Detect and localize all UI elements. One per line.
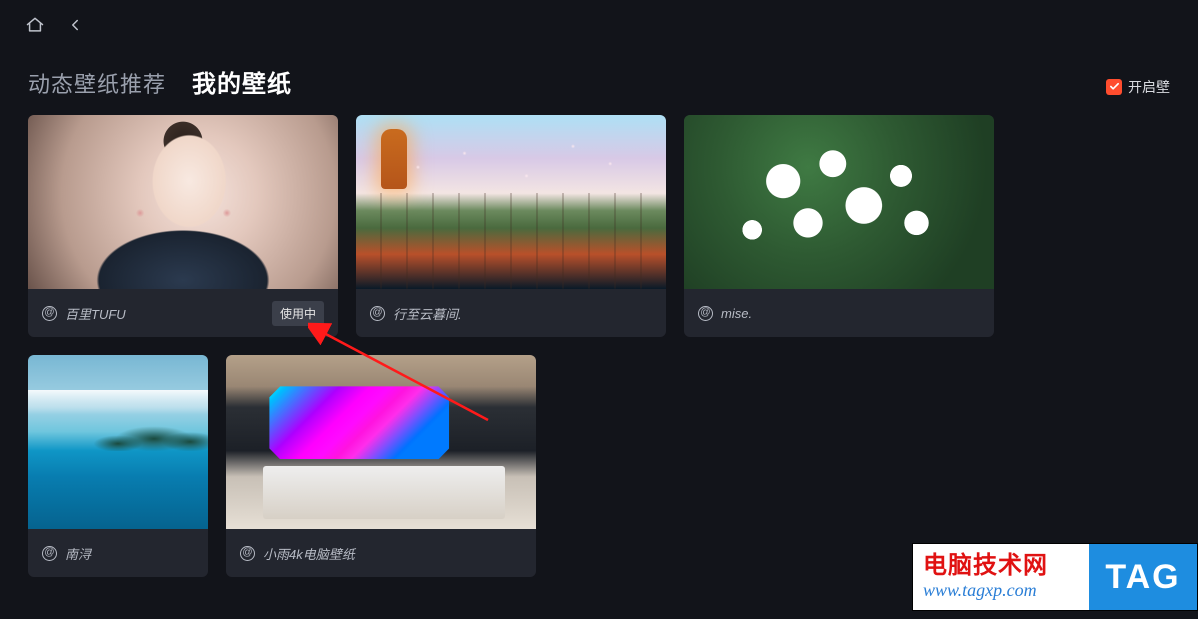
- enable-wallpaper-toggle[interactable]: 开启壁: [1106, 77, 1170, 97]
- watermark-tag: TAG: [1087, 544, 1197, 610]
- wallpaper-footer: @ 百里TUFU 使用中: [28, 289, 338, 337]
- author-label: 百里TUFU: [65, 304, 126, 323]
- at-icon: @: [42, 306, 57, 321]
- home-icon[interactable]: [24, 14, 46, 36]
- wallpaper-thumbnail: [226, 355, 536, 529]
- at-icon: @: [698, 306, 713, 321]
- wallpaper-card[interactable]: @ 小雨4k电脑壁纸: [226, 355, 536, 577]
- tab-my-wallpapers[interactable]: 我的壁纸: [192, 64, 292, 99]
- topbar: [0, 0, 1198, 44]
- wallpaper-footer: @ 小雨4k电脑壁纸: [226, 529, 536, 577]
- author-label: 小雨4k电脑壁纸: [263, 544, 355, 563]
- back-icon[interactable]: [64, 14, 86, 36]
- wallpaper-thumbnail: [28, 355, 208, 529]
- wallpaper-footer: @ 行至云暮间.: [356, 289, 666, 337]
- wallpaper-card[interactable]: @ 南浔: [28, 355, 208, 577]
- author-label: 南浔: [65, 544, 91, 563]
- checkbox-icon: [1106, 79, 1122, 95]
- wallpaper-footer: @ 南浔: [28, 529, 208, 577]
- header: 动态壁纸推荐 我的壁纸 开启壁: [0, 44, 1198, 115]
- wallpaper-thumbnail: [684, 115, 994, 289]
- author-label: mise.: [721, 306, 752, 321]
- at-icon: @: [370, 306, 385, 321]
- tab-recommend[interactable]: 动态壁纸推荐: [28, 67, 166, 99]
- watermark-url: www.tagxp.com: [923, 580, 1087, 601]
- status-badge: 使用中: [272, 301, 324, 326]
- wallpaper-thumbnail: [356, 115, 666, 289]
- watermark: 电脑技术网 www.tagxp.com TAG: [912, 543, 1198, 611]
- watermark-text: 电脑技术网 www.tagxp.com: [913, 544, 1087, 610]
- wallpaper-footer: @ mise.: [684, 289, 994, 337]
- wallpaper-grid: @ 百里TUFU 使用中 @ 行至云暮间. @ mise. @ 南浔 @ 小雨4…: [0, 115, 1198, 577]
- wallpaper-card[interactable]: @ 百里TUFU 使用中: [28, 115, 338, 337]
- watermark-title: 电脑技术网: [923, 553, 1087, 579]
- wallpaper-card[interactable]: @ mise.: [684, 115, 994, 337]
- enable-wallpaper-label: 开启壁: [1128, 77, 1170, 97]
- at-icon: @: [240, 546, 255, 561]
- tabs: 动态壁纸推荐 我的壁纸: [28, 64, 292, 99]
- wallpaper-thumbnail: [28, 115, 338, 289]
- wallpaper-card[interactable]: @ 行至云暮间.: [356, 115, 666, 337]
- at-icon: @: [42, 546, 57, 561]
- author-label: 行至云暮间.: [393, 304, 462, 323]
